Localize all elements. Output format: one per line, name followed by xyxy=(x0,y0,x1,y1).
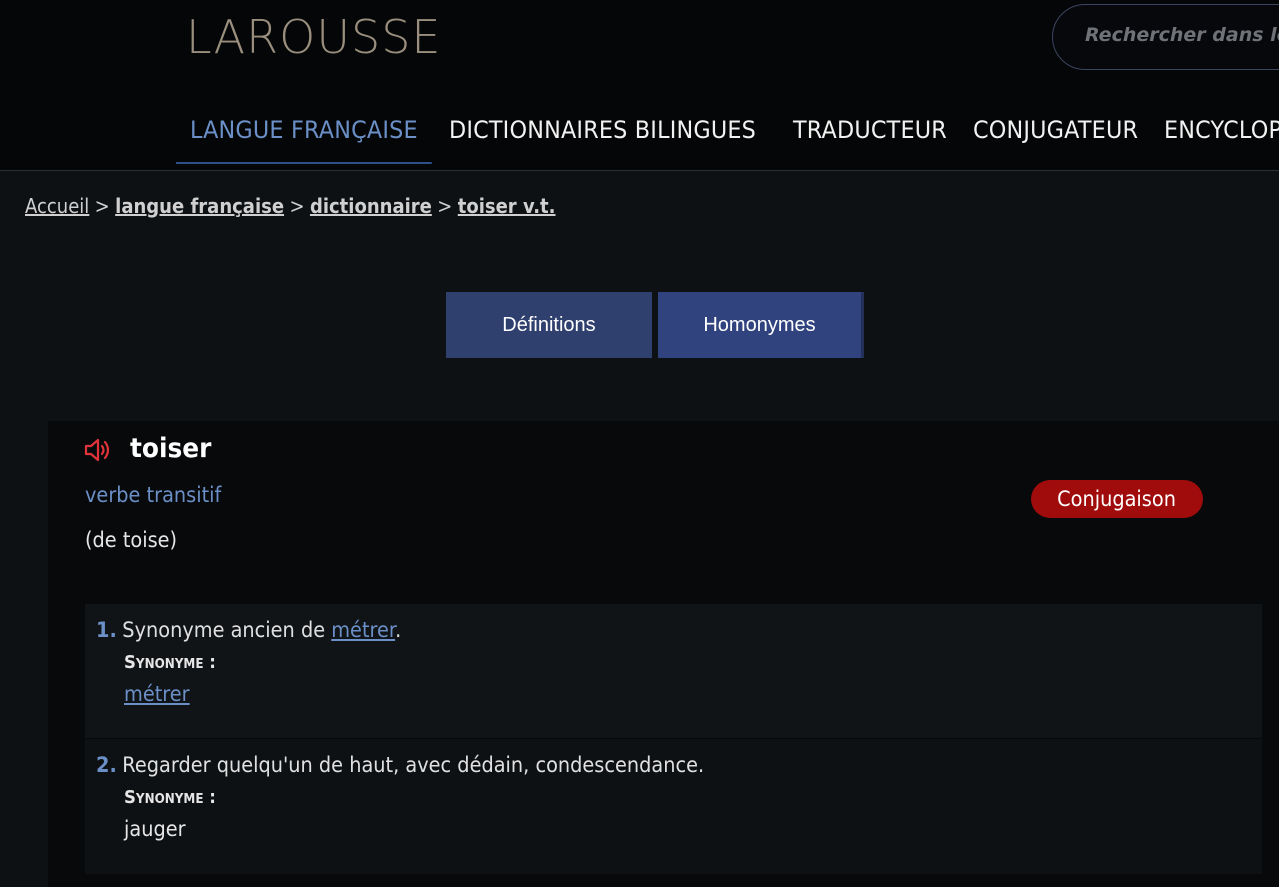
synonym-label: Synonyme : xyxy=(124,787,216,808)
definition-item: 2. Regarder quelqu'un de haut, avec dédai… xyxy=(85,739,1262,874)
main-nav: LANGUE FRANÇAISE DICTIONNAIRES BILINGUES… xyxy=(176,110,1279,170)
breadcrumb-separator: > xyxy=(289,194,305,218)
definition-number: 1. xyxy=(96,618,117,642)
definition-text: 2. Regarder quelqu'un de haut, avec dédai… xyxy=(96,753,704,777)
definition-number: 2. xyxy=(96,753,117,777)
site-header: LAROUSSE LANGUE FRANÇAISE DICTIONNAIRES … xyxy=(0,0,1279,171)
larousse-logo[interactable]: LAROUSSE xyxy=(186,10,441,64)
definition-item: 1. Synonyme ancien de métrer. Synonyme : … xyxy=(85,604,1262,738)
conjugation-button[interactable]: Conjugaison xyxy=(1031,480,1203,518)
nav-item-langue-francaise[interactable]: LANGUE FRANÇAISE xyxy=(176,110,432,164)
nav-item-dictionnaires-bilingues[interactable]: DICTIONNAIRES BILINGUES xyxy=(435,110,770,164)
conjugation-button-label: Conjugaison xyxy=(1057,487,1177,511)
synonym-link-metrer[interactable]: métrer xyxy=(124,682,190,706)
definition-text: 1. Synonyme ancien de métrer. xyxy=(96,618,401,642)
definition-text-body: Regarder quelqu'un de haut, avec dédain,… xyxy=(122,753,705,777)
headword: toiser xyxy=(130,433,212,464)
breadcrumb-dictionnaire-link[interactable]: dictionnaire xyxy=(310,194,432,218)
nav-item-conjugateur[interactable]: CONJUGATEUR xyxy=(959,110,1152,164)
nav-item-traducteur[interactable]: TRADUCTEUR xyxy=(779,110,961,164)
breadcrumb-current-link[interactable]: toiser v.t. xyxy=(458,194,556,218)
tab-homonymes[interactable]: Homonymes xyxy=(658,292,864,358)
definition-text-after: . xyxy=(395,618,402,642)
synonym-label: Synonyme : xyxy=(124,652,216,673)
search-input[interactable] xyxy=(1083,23,1279,47)
etymology: (de toise) xyxy=(85,528,178,552)
part-of-speech: verbe transitif xyxy=(85,483,222,507)
breadcrumb-langue-link[interactable]: langue française xyxy=(115,194,284,218)
definition-text-before: Synonyme ancien de xyxy=(122,618,332,642)
tab-definitions[interactable]: Définitions xyxy=(446,292,652,358)
page: LAROUSSE LANGUE FRANÇAISE DICTIONNAIRES … xyxy=(0,0,1279,887)
speaker-icon[interactable] xyxy=(84,437,114,463)
search-box[interactable] xyxy=(1052,4,1279,70)
breadcrumb-separator: > xyxy=(437,194,453,218)
definition-link-metrer[interactable]: métrer xyxy=(331,618,395,642)
breadcrumb-home-link[interactable]: Accueil xyxy=(25,194,89,218)
nav-item-encyclopedie[interactable]: ENCYCLOPÉDIE xyxy=(1150,110,1279,164)
synonym-value: jauger xyxy=(124,817,186,841)
breadcrumb-separator: > xyxy=(94,194,110,218)
breadcrumb: Accueil > langue française > dictionnaire > to… xyxy=(25,194,556,218)
entry-article: toiser verbe transitif (de toise) Conjug… xyxy=(48,421,1279,887)
